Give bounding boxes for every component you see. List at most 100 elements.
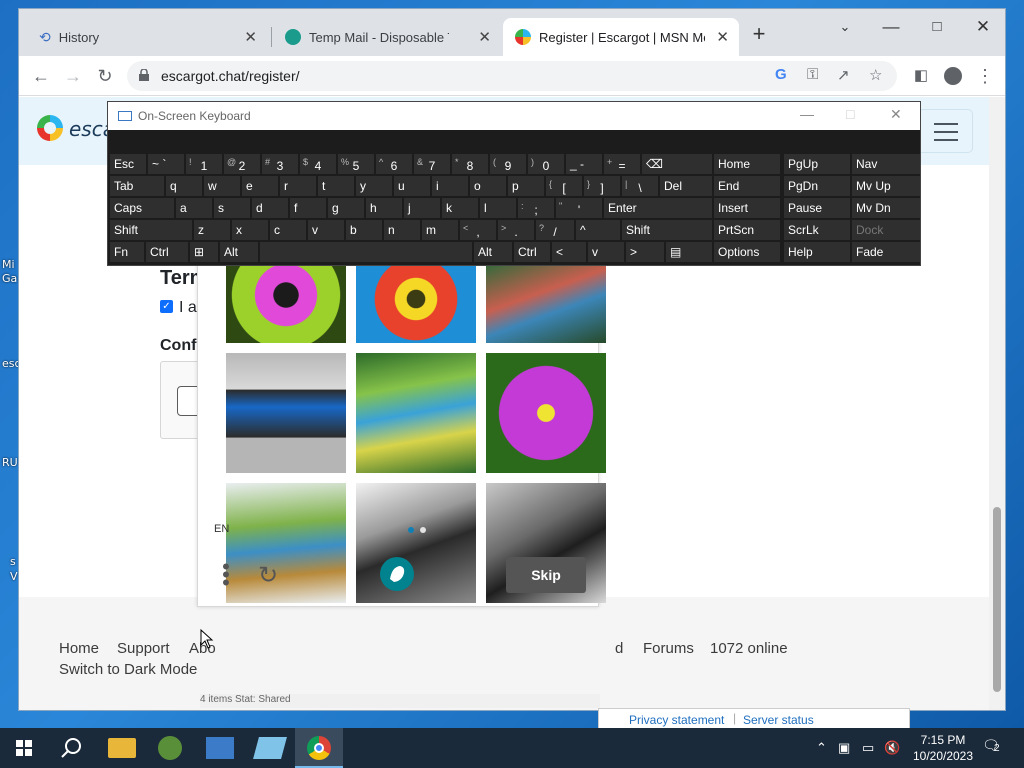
osk-nav-key[interactable]: Pause — [784, 198, 850, 218]
osk-key[interactable]: Enter — [604, 198, 712, 218]
osk-key[interactable]: & 7 — [414, 154, 450, 174]
osk-key[interactable]: Alt — [220, 242, 258, 262]
osk-nav-key[interactable]: End — [714, 176, 780, 196]
osk-key[interactable]: k — [442, 198, 478, 218]
chevron-up-icon[interactable]: ⌃ — [816, 740, 827, 756]
osk-key[interactable]: Del — [660, 176, 712, 196]
osk-key[interactable]: s — [214, 198, 250, 218]
osk-key[interactable]: + = — [604, 154, 640, 174]
osk-nav-key[interactable]: Nav — [852, 154, 920, 174]
osk-key[interactable]: ~ ` — [148, 154, 184, 174]
osk-key[interactable]: z — [194, 220, 230, 240]
network-icon[interactable]: ▣ — [838, 740, 850, 756]
osk-key[interactable]: b — [346, 220, 382, 240]
osk-nav-key[interactable]: Options — [714, 242, 780, 262]
osk-key[interactable]: $4 — [300, 154, 336, 174]
osk-key[interactable]: ^ — [576, 220, 620, 240]
close-window-button[interactable]: ✕ — [969, 15, 997, 39]
close-icon[interactable]: ✕ — [244, 28, 257, 46]
osk-key[interactable]: ⊞ — [190, 242, 218, 262]
maximize-button[interactable]: □ — [846, 106, 854, 122]
osk-key[interactable]: t — [318, 176, 354, 196]
language-selector[interactable]: EN — [214, 523, 229, 535]
osk-key[interactable]: a — [176, 198, 212, 218]
chrome-taskbar-button[interactable] — [295, 728, 343, 768]
osk-key[interactable]: @2 — [224, 154, 260, 174]
share-icon[interactable]: ↗ — [837, 66, 850, 84]
osk-key[interactable]: > — [626, 242, 664, 262]
forward-icon[interactable]: → — [61, 64, 85, 88]
captcha-image-tile[interactable] — [356, 483, 476, 603]
minimize-button[interactable]: — — [800, 106, 814, 122]
osk-key[interactable]: % 5 — [338, 154, 374, 174]
minimize-button[interactable]: — — [877, 15, 905, 39]
captcha-image-tile[interactable] — [226, 353, 346, 473]
file-explorer-icon[interactable] — [108, 738, 136, 758]
footer-link-home[interactable]: Home — [59, 640, 99, 657]
new-tab-button[interactable]: + — [745, 22, 773, 46]
osk-nav-key[interactable]: Dock — [852, 220, 920, 240]
osk-nav-key[interactable]: Mv Up — [852, 176, 920, 196]
osk-key[interactable]: g — [328, 198, 364, 218]
back-icon[interactable]: ← — [29, 64, 53, 88]
address-bar[interactable]: escargot.chat/register/ G ⚿ ↗ ☆ — [127, 61, 897, 91]
footer-link-partial[interactable]: d — [615, 640, 623, 657]
server-status-link[interactable]: Server status — [743, 713, 814, 727]
search-icon[interactable] — [58, 734, 86, 762]
osk-key[interactable]: _ - — [566, 154, 602, 174]
agree-checkbox[interactable]: ✓ — [160, 300, 173, 313]
windows-start-icon[interactable] — [10, 734, 38, 762]
side-panel-icon[interactable]: ◧ — [909, 64, 933, 88]
menu-dots-icon[interactable]: • • • — [222, 556, 230, 594]
osk-key[interactable]: d — [252, 198, 288, 218]
close-icon[interactable]: ✕ — [478, 28, 491, 46]
captcha-image-tile[interactable] — [226, 483, 346, 603]
osk-key[interactable]: }] — [584, 176, 620, 196]
osk-key[interactable]: v — [308, 220, 344, 240]
osk-key[interactable]: >. — [498, 220, 534, 240]
osk-key[interactable]: #3 — [262, 154, 298, 174]
close-button[interactable]: ✕ — [890, 106, 902, 123]
bookmark-star-icon[interactable]: ☆ — [869, 66, 882, 84]
osk-key[interactable] — [260, 242, 472, 262]
osk-key[interactable]: e — [242, 176, 278, 196]
osk-key[interactable]: ^ 6 — [376, 154, 412, 174]
osk-key[interactable]: <, — [460, 220, 496, 240]
osk-key[interactable]: o — [470, 176, 506, 196]
osk-key[interactable]: v — [588, 242, 624, 262]
osk-nav-key[interactable]: Home — [714, 154, 780, 174]
osk-key[interactable]: :; — [518, 198, 554, 218]
osk-key[interactable]: Tab — [110, 176, 164, 196]
refresh-icon[interactable]: ↻ — [258, 561, 278, 590]
osk-nav-key[interactable]: PgDn — [784, 176, 850, 196]
osk-key[interactable]: Shift — [110, 220, 192, 240]
osk-nav-key[interactable]: PrtScn — [714, 220, 780, 240]
osk-key[interactable]: ⌫ — [642, 154, 712, 174]
osk-key[interactable]: * 8 — [452, 154, 488, 174]
page-scrollbar[interactable] — [989, 97, 1005, 710]
skip-button[interactable]: Skip — [506, 557, 586, 593]
osk-key[interactable]: n — [384, 220, 420, 240]
system-clock[interactable]: 7:15 PM 10/20/2023 — [908, 732, 978, 764]
privacy-link[interactable]: Privacy statement — [629, 713, 724, 727]
osk-key[interactable]: " ' — [556, 198, 602, 218]
notifications-icon[interactable]: 🗨 2 — [982, 737, 1000, 754]
osk-key[interactable]: Esc — [110, 154, 146, 174]
notepad-icon[interactable] — [253, 737, 287, 759]
osk-key[interactable]: i — [432, 176, 468, 196]
footer-link-forums[interactable]: Forums — [643, 640, 694, 657]
osk-key[interactable]: h — [366, 198, 402, 218]
menu-kebab-icon[interactable]: ⋮ — [973, 64, 997, 88]
scrollbar-thumb[interactable] — [993, 507, 1001, 692]
captcha-image-tile[interactable] — [356, 263, 476, 343]
osk-key[interactable]: f — [290, 198, 326, 218]
footer-link-support[interactable]: Support — [117, 640, 170, 657]
desktop-icon-label[interactable]: Ga — [2, 272, 17, 285]
desktop-icon-label[interactable]: s — [10, 555, 16, 568]
osk-key[interactable]: w — [204, 176, 240, 196]
osk-key[interactable]: ) 0 — [528, 154, 564, 174]
osk-key[interactable]: Shift — [622, 220, 712, 240]
captcha-image-tile[interactable] — [486, 353, 606, 473]
osk-key[interactable]: {[ — [546, 176, 582, 196]
osk-key[interactable]: r — [280, 176, 316, 196]
